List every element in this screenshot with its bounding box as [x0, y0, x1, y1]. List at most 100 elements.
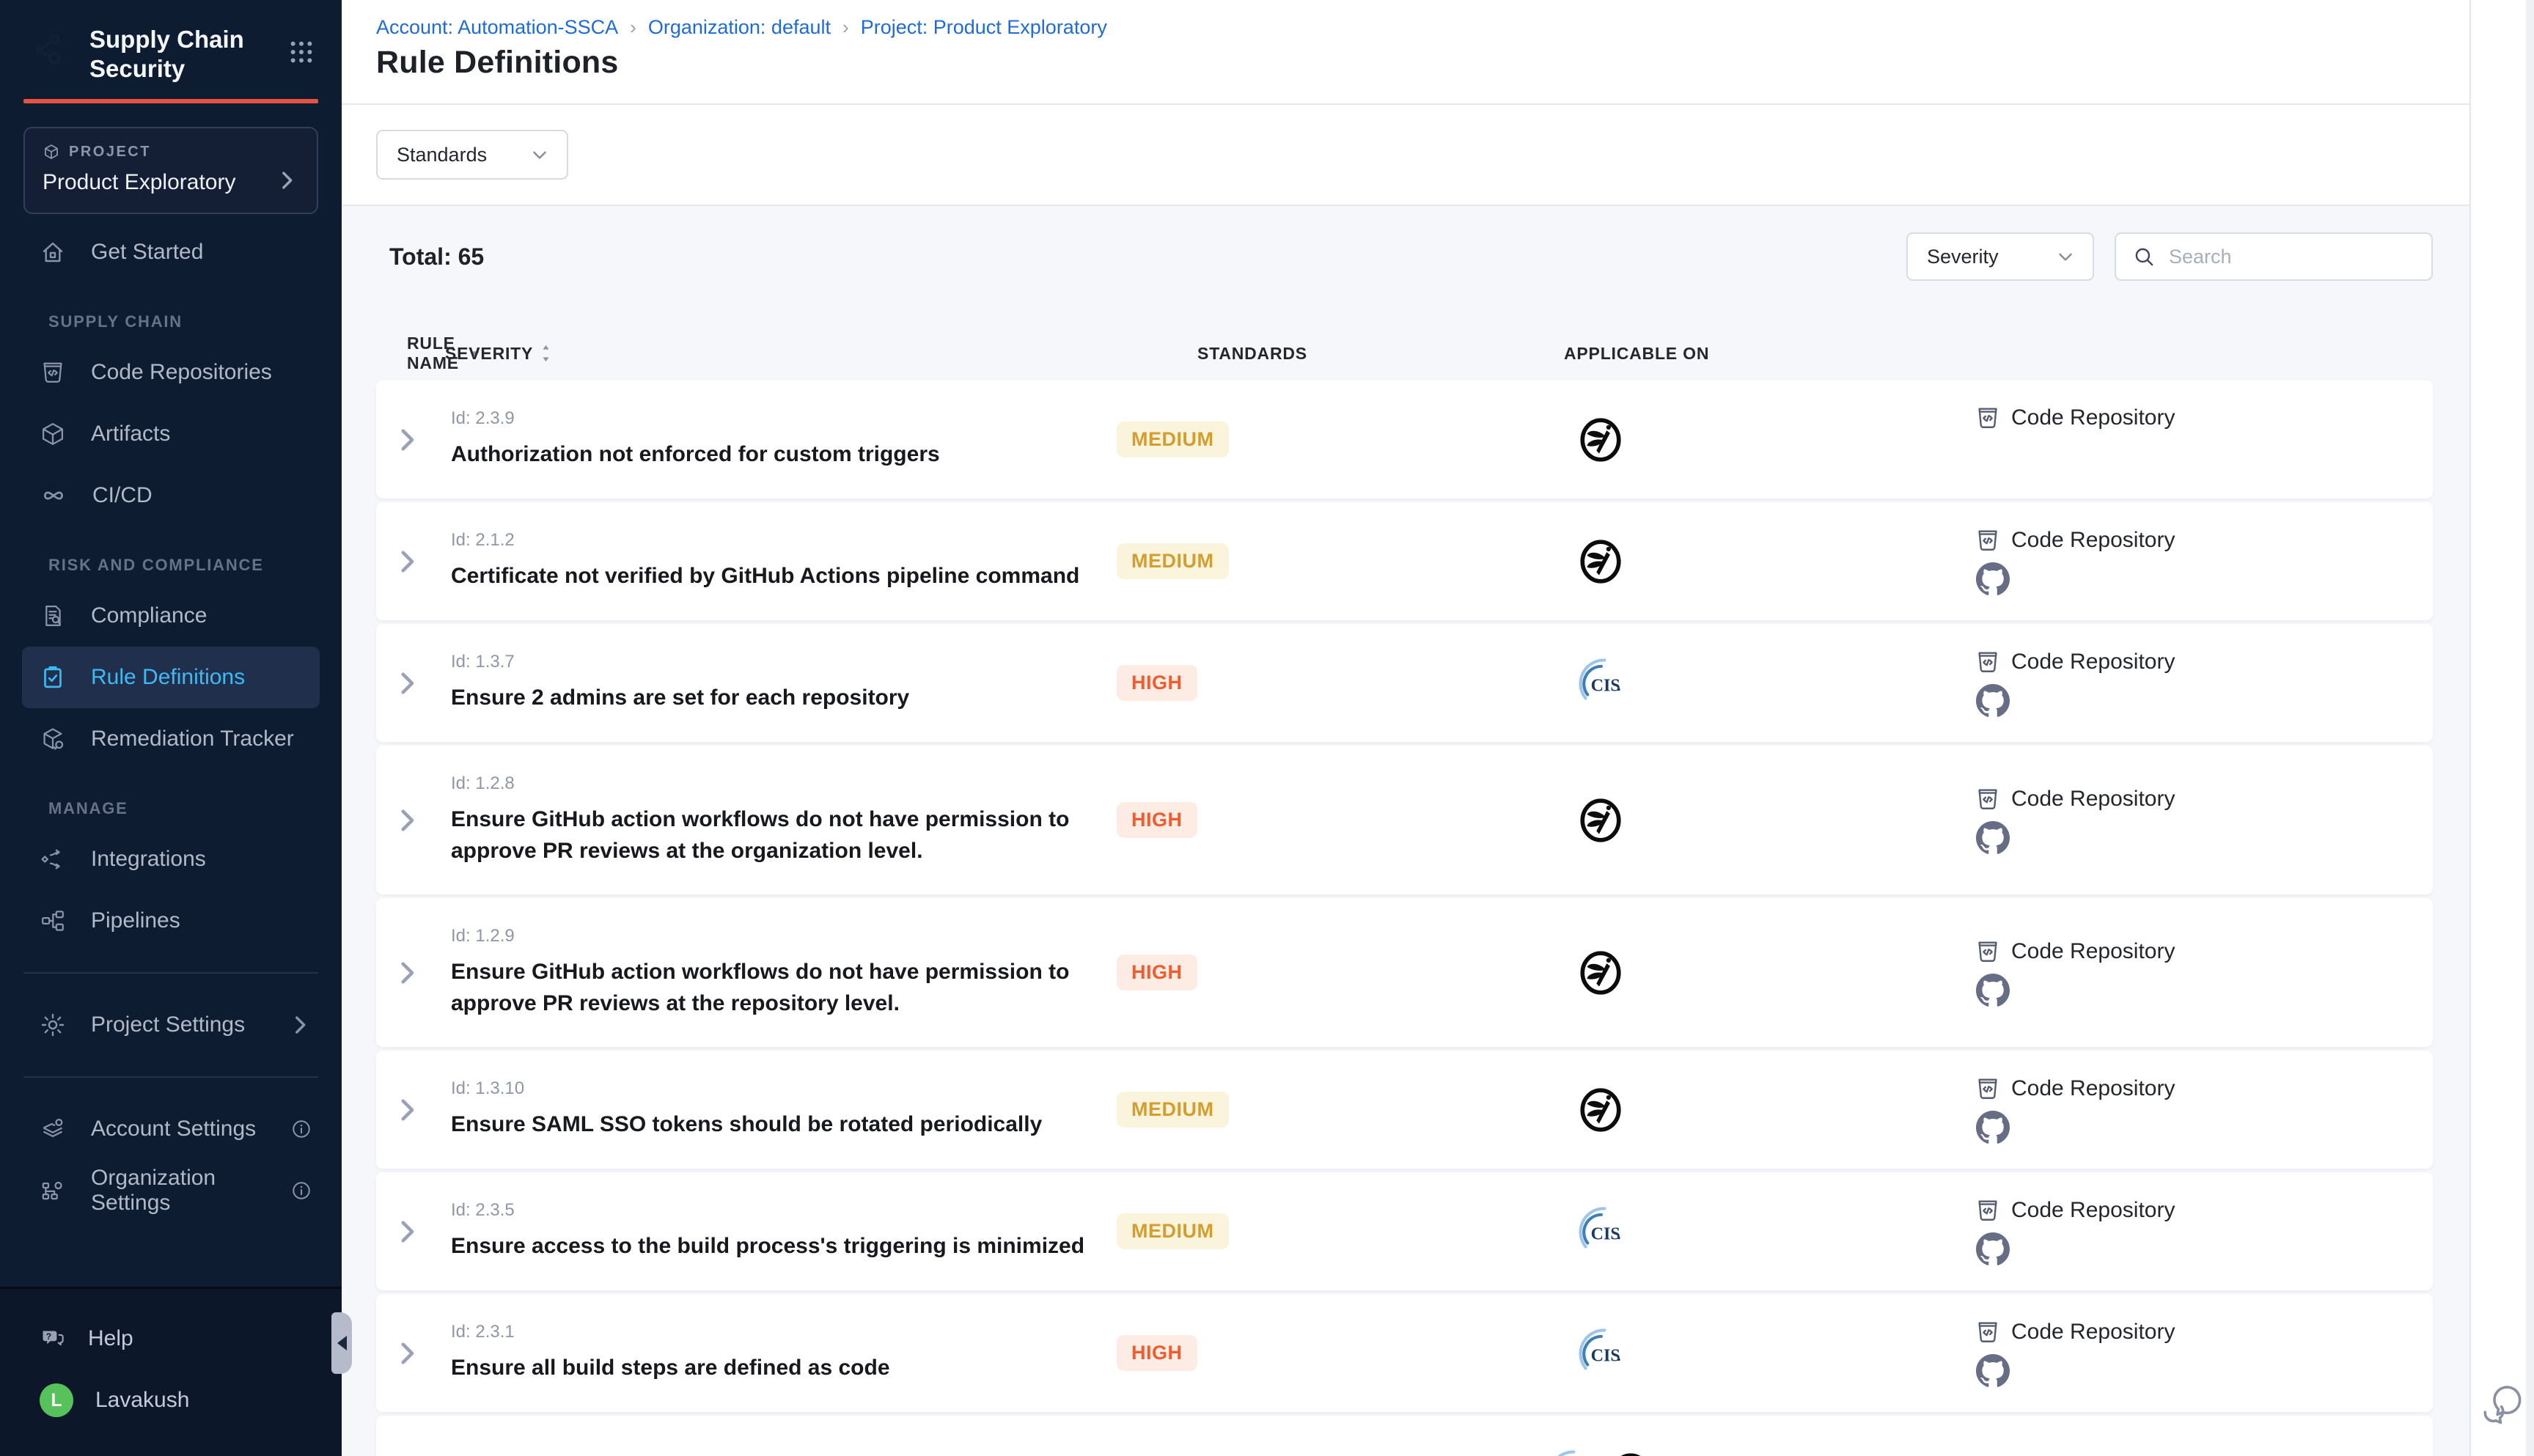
applicable-target: Code Repository [1975, 1076, 2433, 1102]
cis-standard-icon: CIS [1577, 657, 1624, 710]
sidebar-item-compliance[interactable]: Compliance [0, 585, 342, 647]
rule-name: Ensure SAML SSO tokens should be rotated… [451, 1109, 1109, 1141]
sidebar-item-artifacts[interactable]: Artifacts [0, 403, 342, 465]
integrations-icon [40, 846, 66, 872]
row-expand-chevron[interactable] [376, 546, 438, 577]
user-menu[interactable]: L Lavakush [0, 1369, 342, 1431]
sidebar-item-project-settings[interactable]: Project Settings [0, 994, 342, 1056]
code-repository-icon [1975, 1076, 2001, 1102]
severity-cell: MEDIUM [1109, 422, 1395, 457]
info-icon [290, 1118, 312, 1140]
repo-icon [40, 359, 66, 386]
clipboard-check-icon [40, 664, 66, 691]
scrollbar-track[interactable] [2526, 0, 2534, 1456]
sidebar-item-rule-definitions[interactable]: Rule Definitions [22, 647, 320, 708]
table-row[interactable]: Id: 1.3.10 Ensure SAML SSO tokens should … [376, 1051, 2433, 1169]
rule-name-cell: Id: 1.3.7Ensure 2 admins are set for eac… [438, 652, 1109, 714]
breadcrumb-link[interactable]: Organization: default [648, 16, 831, 39]
layers-gear-icon [40, 1116, 66, 1142]
sidebar-item-get-started[interactable]: Get Started [0, 221, 342, 283]
rule-id: Id: 1.3.10 [451, 1078, 1109, 1099]
row-expand-chevron[interactable] [376, 957, 438, 988]
main-content: Account: Automation-SSCA ›Organization: d… [342, 0, 2469, 1456]
sidebar-section-label: SUPPLY CHAIN [0, 283, 342, 342]
table-row[interactable]: Id: 1.2.9Ensure GitHub action workflows … [376, 898, 2433, 1047]
applicable-on-cell: Code Repository [1806, 1319, 2433, 1388]
sidebar-item-integrations[interactable]: Integrations [0, 828, 342, 890]
rule-name: Ensure all build steps are defined as co… [451, 1353, 1109, 1384]
column-header-severity[interactable]: SEVERITY [438, 344, 1109, 364]
applicable-label: Code Repository [2011, 1198, 2175, 1223]
standards-cell [1395, 1086, 1806, 1134]
chevron-down-icon [2054, 246, 2076, 268]
search-input[interactable] [2167, 245, 2415, 269]
table-row[interactable]: Id: 2.3.9Authorization not enforced for … [376, 380, 2433, 499]
table-row[interactable]: Id: 1.2.8Ensure GitHub action workflows … [376, 746, 2433, 894]
owasp-standard-icon [1576, 416, 1625, 464]
rule-name: Ensure GitHub action workflows do not ha… [451, 804, 1109, 867]
applicable-label: Code Repository [2011, 1320, 2175, 1345]
owasp-standard-icon [1576, 537, 1625, 586]
breadcrumb-link[interactable]: Account: Automation-SSCA [376, 16, 618, 39]
breadcrumb-separator-icon: › [831, 16, 861, 39]
row-expand-chevron[interactable] [376, 1095, 438, 1125]
applicable-target: Code Repository [1975, 938, 2433, 965]
sidebar-item-ci-cd[interactable]: CI/CD [0, 465, 342, 526]
sidebar-item-organization-settings[interactable]: Organization Settings [0, 1160, 342, 1221]
sidebar-collapse-handle[interactable] [331, 1312, 352, 1374]
github-icon [1976, 562, 2010, 596]
table-row[interactable]: Id: 2.1.2Certificate not verified by Git… [376, 502, 2433, 620]
project-cube-icon [43, 143, 60, 161]
search-box [2115, 232, 2433, 281]
row-expand-chevron[interactable] [376, 668, 438, 699]
code-repository-icon [1975, 405, 2001, 431]
collapse-arrow-icon [337, 1336, 347, 1350]
row-expand-chevron[interactable] [376, 424, 438, 455]
code-repository-icon [1975, 1319, 2001, 1345]
clipboard-check-icon [40, 664, 66, 691]
column-header-rule-name[interactable]: RULE NAME [376, 334, 438, 373]
severity-filter-dropdown[interactable]: Severity [1906, 232, 2094, 281]
sidebar-item-code-repositories[interactable]: Code Repositories [0, 342, 342, 403]
applicable-target: Code Repository [1975, 786, 2433, 812]
right-gutter [2469, 0, 2534, 1456]
chevron-right-icon [392, 1338, 422, 1369]
project-selector[interactable]: PROJECT Product Exploratory [23, 127, 318, 214]
sidebar-item-account-settings[interactable]: Account Settings [0, 1098, 342, 1160]
table-row[interactable]: Id: 2.3.5Ensure access to the build proc… [376, 1172, 2433, 1290]
table-row[interactable]: Id: 1.3.7Ensure 2 admins are set for eac… [376, 624, 2433, 742]
standards-filter-dropdown[interactable]: Standards [376, 130, 568, 180]
chevron-right-icon [392, 957, 422, 988]
help-button[interactable]: ? Help [0, 1308, 342, 1369]
module-grid-icon[interactable] [286, 37, 317, 71]
sidebar-item-pipelines[interactable]: Pipelines [0, 890, 342, 952]
severity-badge: MEDIUM [1117, 1213, 1229, 1249]
code-repository-icon [1975, 786, 2001, 812]
sidebar-item-label: Organization Settings [91, 1166, 265, 1216]
cis-standard-icon: CIS [1546, 1449, 1593, 1456]
row-expand-chevron[interactable] [376, 805, 438, 836]
chevron-right-icon [392, 546, 422, 577]
table-row[interactable]: Id: 2.3.1Ensure all build steps are defi… [376, 1294, 2433, 1412]
sidebar-section-label: MANAGE [0, 770, 342, 828]
svg-text:</>: </> [1986, 452, 2002, 464]
sidebar-item-label: Compliance [91, 603, 207, 628]
feedback-chat-icon [2478, 1380, 2527, 1429]
sidebar-section-label: RISK AND COMPLIANCE [0, 526, 342, 585]
pipelines-icon [40, 908, 66, 934]
help-label: Help [88, 1326, 133, 1351]
column-header-applicable-on[interactable]: APPLICABLE ON [1395, 344, 1806, 364]
column-header-standards[interactable]: STANDARDS [1109, 344, 1395, 364]
help-chat-icon: ? [40, 1326, 66, 1352]
feedback-chat-icon[interactable] [2478, 1380, 2527, 1433]
sidebar-item-remediation-tracker[interactable]: Remediation Tracker [0, 708, 342, 770]
breadcrumb-link[interactable]: Project: Product Exploratory [861, 16, 1107, 39]
applicable-on-cell: Code Repository [1806, 649, 2433, 718]
severity-badge: HIGH [1117, 1335, 1197, 1371]
table-row[interactable]: Id: 1.1.9HIGHCISCode Repository [376, 1416, 2433, 1456]
row-expand-chevron[interactable] [376, 1216, 438, 1247]
row-expand-chevron[interactable] [376, 1338, 438, 1369]
chevron-down-icon [2054, 246, 2076, 268]
info-icon [290, 1180, 312, 1202]
applicable-target: Code Repository [1975, 649, 2433, 675]
